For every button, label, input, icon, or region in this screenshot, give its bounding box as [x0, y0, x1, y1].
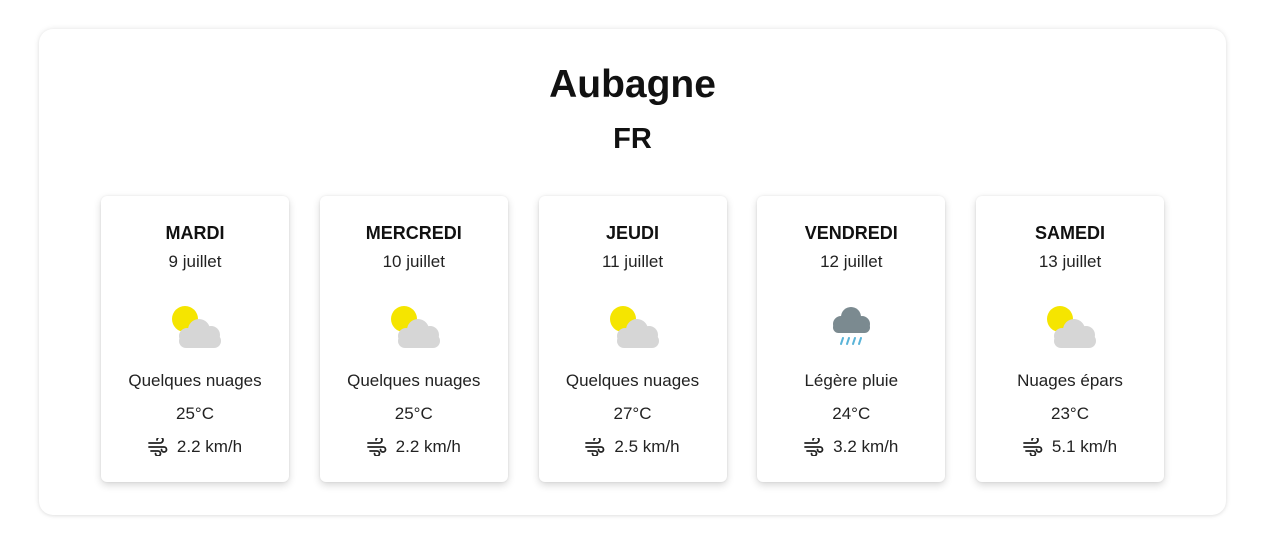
forecast-card: JEUDI 11 juillet Quelques nuages 27°C 2.…: [538, 196, 727, 482]
forecast-description: Nuages épars: [1017, 371, 1123, 390]
partly-cloudy-icon: [390, 306, 440, 348]
wind-speed: 3.2 km/h: [833, 437, 899, 456]
forecast-date: 12 juillet: [820, 252, 883, 271]
partly-cloudy-icon: [609, 306, 659, 348]
forecast-card: MERCREDI 10 juillet Quelques nuages 25°C…: [319, 196, 508, 482]
wind-speed: 5.1 km/h: [1051, 437, 1118, 456]
wind-icon: [585, 438, 605, 456]
forecast-wind: 5.1 km/h: [976, 436, 1164, 458]
forecast-day: SAMEDI: [1034, 223, 1105, 243]
rain-cloud-icon: [833, 307, 871, 345]
partly-cloudy-icon: [172, 306, 221, 348]
weather-panel: Aubagne FR MARDI 9 juillet Quelques nuag…: [39, 29, 1226, 515]
forecast-description: Légère pluie: [804, 371, 899, 390]
forecast-temperature: 27°C: [613, 404, 652, 423]
country-code: FR: [613, 123, 652, 155]
forecast-card: SAMEDI 13 juillet Nuages épars 23°C 5.1 …: [976, 196, 1164, 482]
wind-icon: [147, 438, 168, 456]
forecast-temperature: 25°C: [176, 404, 214, 423]
wind-speed: 2.2 km/h: [176, 437, 243, 456]
forecast-list: MARDI 9 juillet Quelques nuages 25°C 2.2…: [101, 196, 1164, 482]
forecast-wind: 2.2 km/h: [320, 436, 508, 458]
forecast-day: VENDREDI: [804, 223, 898, 243]
forecast-description: Quelques nuages: [128, 371, 262, 390]
forecast-day: JEUDI: [605, 223, 659, 243]
forecast-card: MARDI 9 juillet Quelques nuages 25°C 2.2…: [101, 196, 289, 482]
partly-cloudy-icon: [1047, 306, 1096, 348]
forecast-temperature: 25°C: [394, 404, 433, 423]
forecast-date: 11 juillet: [601, 252, 664, 271]
forecast-temperature: 23°C: [1051, 404, 1089, 423]
city-title: Aubagne: [549, 63, 716, 106]
forecast-wind: 2.2 km/h: [101, 436, 289, 458]
forecast-day: MERCREDI: [365, 223, 462, 243]
forecast-date: 9 juillet: [168, 252, 222, 271]
wind-icon: [1022, 438, 1043, 456]
wind-speed: 2.5 km/h: [614, 437, 680, 456]
forecast-temperature: 24°C: [832, 404, 871, 423]
wind-icon: [366, 438, 387, 456]
forecast-date: 13 juillet: [1038, 252, 1102, 271]
forecast-wind: 3.2 km/h: [757, 436, 945, 458]
forecast-description: Quelques nuages: [347, 371, 481, 390]
forecast-day: MARDI: [165, 223, 225, 243]
wind-speed: 2.2 km/h: [395, 437, 461, 456]
forecast-description: Quelques nuages: [565, 371, 700, 390]
forecast-date: 10 juillet: [382, 252, 445, 271]
forecast-wind: 2.5 km/h: [539, 436, 727, 458]
forecast-card: VENDREDI 12 juillet Légère pluie 24°C 3.…: [757, 196, 946, 482]
wind-icon: [804, 438, 824, 456]
